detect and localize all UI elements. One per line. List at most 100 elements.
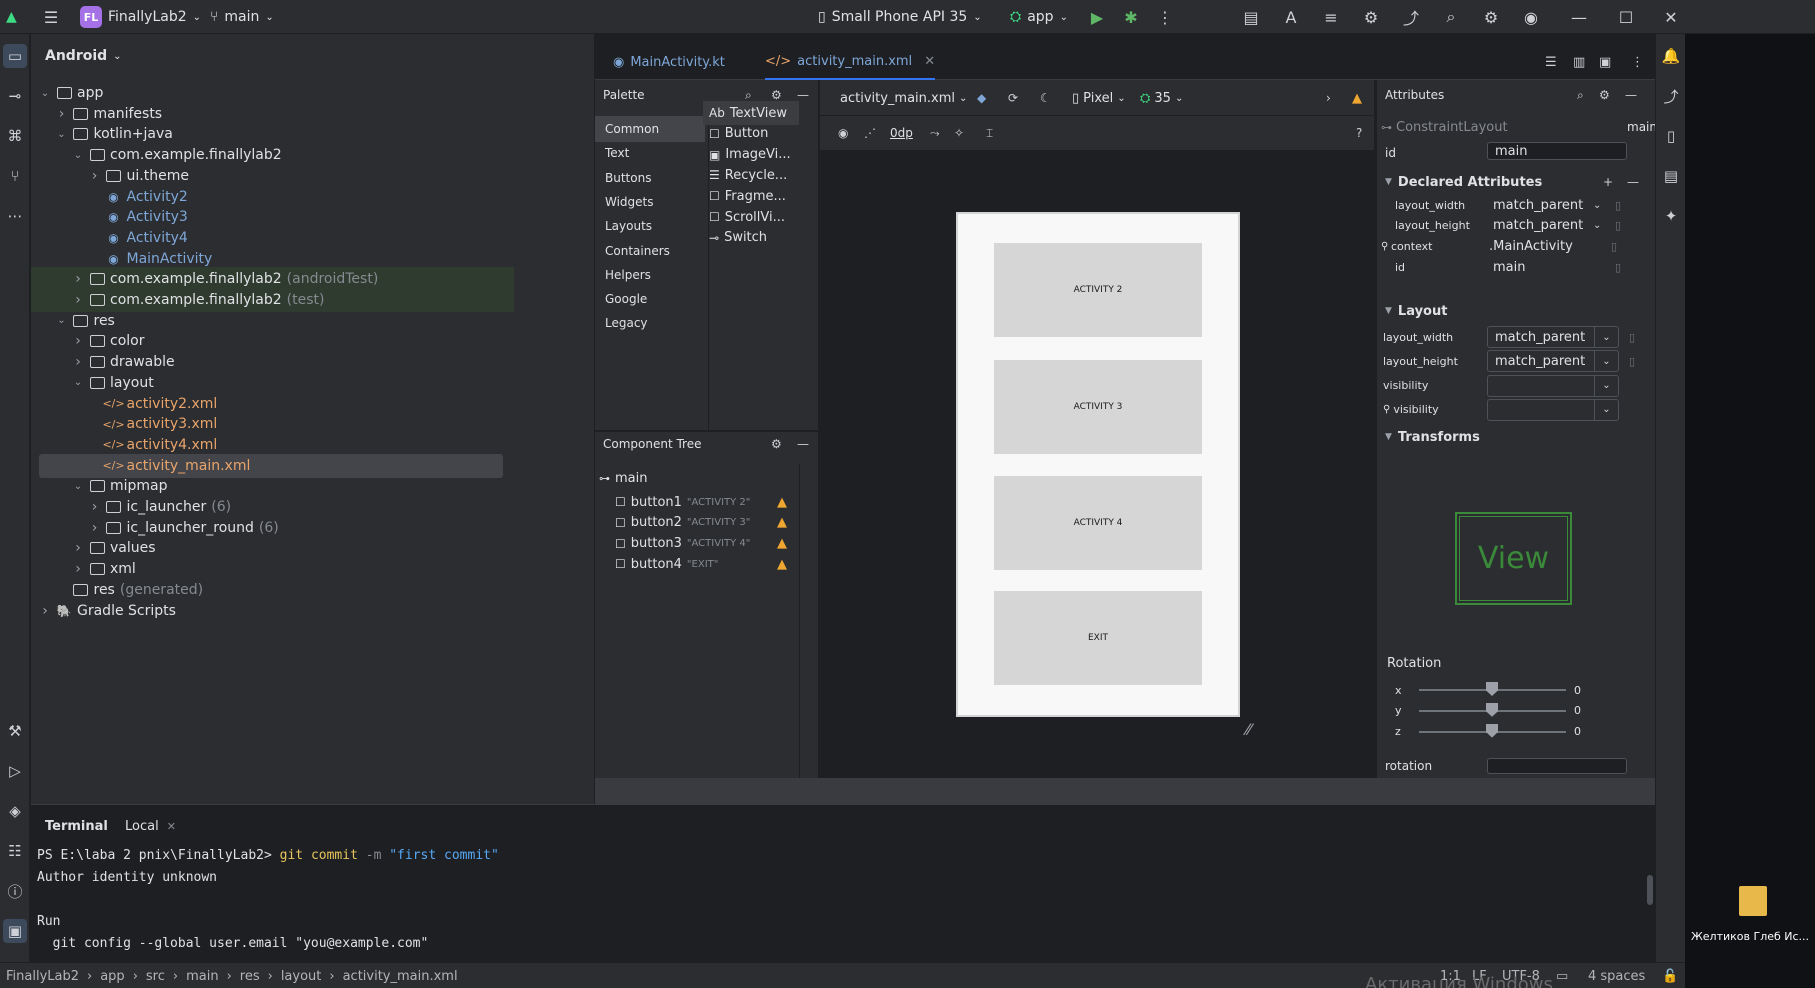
sync-icon[interactable]: ≡ — [1320, 6, 1342, 28]
device-manager-icon[interactable]: ▤ — [1240, 6, 1262, 28]
split-view-icon[interactable]: ▥ — [1573, 44, 1585, 80]
structure-tool-icon[interactable]: ⌘ — [3, 124, 27, 148]
palette-category[interactable]: Containers — [595, 238, 705, 264]
rotation-input[interactable] — [1487, 758, 1627, 774]
api-level-selector[interactable]: ⛭ 35 ⌄ — [1140, 87, 1183, 109]
more-icon[interactable]: ⋮ — [1154, 6, 1176, 28]
night-mode-icon[interactable]: ☾ — [1040, 87, 1051, 109]
layout-attribute-dropdown[interactable]: ⌄ — [1487, 398, 1619, 421]
chevron-right-icon[interactable]: › — [72, 292, 84, 308]
settings-icon[interactable]: ⚙ — [1480, 6, 1502, 28]
preview-button-activity4[interactable]: ACTIVITY 4 — [994, 476, 1202, 570]
running-devices-icon[interactable]: ▤ — [1659, 164, 1683, 188]
chevron-right-icon[interactable]: › — [72, 561, 84, 577]
more-icon[interactable]: ⋮ — [1631, 44, 1644, 80]
breadcrumb-item[interactable]: activity_main.xml — [343, 969, 458, 984]
branch-selector[interactable]: ⑂ main ⌄ — [210, 0, 274, 34]
chevron-right-icon[interactable]: › — [89, 168, 101, 184]
logcat-icon[interactable]: ☷ — [3, 839, 27, 863]
chevron-down-icon[interactable]: ⌄ — [56, 129, 68, 140]
code-view-icon[interactable]: ☰ — [1545, 44, 1557, 80]
minimize-icon[interactable]: — — [1568, 6, 1590, 28]
resource-picker-icon[interactable]: ▯ — [1615, 219, 1621, 232]
preview-button-activity3[interactable]: ACTIVITY 3 — [994, 360, 1202, 454]
desktop-folder-label[interactable]: Желтиков Глеб Ис... — [1689, 930, 1811, 944]
device-selector[interactable]: ▯ Small Phone API 35 ⌄ — [818, 0, 982, 34]
maximize-icon[interactable]: ☐ — [1615, 6, 1637, 28]
declared-attribute-row[interactable]: layout_width match_parent ⌄ ▯ — [1381, 194, 1651, 216]
design-surface-icon[interactable]: ◆ — [977, 87, 986, 109]
palette-category[interactable]: Widgets — [595, 189, 705, 215]
chevron-down-icon[interactable]: ⌄ — [1593, 220, 1615, 231]
warning-icon[interactable]: ▲ — [777, 495, 787, 510]
app-quality-icon[interactable]: ◈ — [3, 799, 27, 823]
project-selector[interactable]: FL FinallyLab2 ⌄ — [80, 0, 201, 34]
layout-attribute-dropdown[interactable]: ⌄ — [1487, 374, 1619, 397]
chevron-down-icon[interactable]: ⌄ — [39, 88, 51, 99]
rotation-slider[interactable] — [1419, 723, 1566, 738]
device-manager-icon[interactable]: ▯ — [1659, 124, 1683, 148]
palette-category[interactable]: Layouts — [595, 213, 705, 239]
guidelines-icon[interactable]: ⌶ — [986, 122, 993, 144]
commit-tool-icon[interactable]: ⊸ — [3, 84, 27, 108]
chevron-right-icon[interactable]: › — [89, 520, 101, 536]
device-preview-selector[interactable]: ▯ Pixel ⌄ — [1072, 87, 1126, 109]
layout-attribute-dropdown[interactable]: match_parent ⌄ — [1487, 326, 1619, 348]
more-tools-icon[interactable]: ⋯ — [3, 204, 27, 228]
rotation-slider[interactable] — [1419, 682, 1566, 696]
chevron-right-icon[interactable]: › — [72, 271, 84, 287]
resource-picker-icon[interactable]: ▯ — [1629, 326, 1635, 348]
settings-icon[interactable]: ⚙ — [1599, 84, 1610, 106]
palette-category[interactable]: Helpers — [595, 262, 705, 288]
tab-local[interactable]: Local ✕ — [125, 815, 176, 837]
chevron-right-icon[interactable]: › — [72, 354, 84, 370]
breadcrumb-item[interactable]: app — [100, 969, 124, 984]
translate-icon[interactable]: A — [1280, 6, 1302, 28]
default-margin-field[interactable]: 0dp — [890, 122, 913, 144]
account-icon[interactable]: ◉ — [1520, 6, 1542, 28]
gradle-icon[interactable]: ⤴ — [1400, 6, 1422, 28]
breadcrumb-item[interactable]: res — [240, 969, 260, 984]
notifications-icon[interactable]: 🔔 — [1659, 44, 1683, 68]
minimize-icon[interactable]: — — [1625, 84, 1637, 106]
settings-icon[interactable]: ⚙ — [771, 433, 782, 455]
chevron-right-icon[interactable]: › — [1326, 87, 1331, 109]
project-tool-icon[interactable]: ▭ — [3, 44, 27, 68]
resource-picker-icon[interactable]: ▯ — [1615, 199, 1621, 212]
declared-attribute-row[interactable]: ⚲ context .MainActivity ▯ — [1381, 236, 1651, 258]
slider-thumb[interactable] — [1486, 682, 1498, 696]
horizontal-scrollbar[interactable] — [595, 778, 1655, 804]
project-view-selector[interactable]: Android ⌄ — [45, 48, 122, 64]
layout-section-header[interactable]: ▼ Layout — [1385, 300, 1447, 322]
tab-terminal[interactable]: Terminal — [45, 815, 108, 837]
resize-handle-icon[interactable]: ⁄⁄ — [1246, 720, 1251, 739]
declared-attribute-row[interactable]: layout_height match_parent ⌄ ▯ — [1381, 215, 1651, 237]
chevron-right-icon[interactable]: › — [89, 499, 101, 515]
tab-activity-main[interactable]: </> activity_main.xml ✕ — [765, 44, 936, 80]
design-view-icon[interactable]: ▣ — [1599, 44, 1611, 80]
layout-preview[interactable]: ACTIVITY 2 ACTIVITY 3 ACTIVITY 4 EXIT — [956, 212, 1240, 717]
chevron-down-icon[interactable]: ⌄ — [72, 150, 84, 161]
layout-attribute-dropdown[interactable]: match_parent ⌄ — [1487, 350, 1619, 373]
palette-category[interactable]: Legacy — [595, 310, 705, 336]
build-tool-icon[interactable]: ⚒ — [3, 719, 27, 743]
chevron-down-icon[interactable]: ⌄ — [72, 377, 84, 388]
palette-item[interactable]: ⊸ Switch — [709, 226, 767, 250]
warning-icon[interactable]: ▲ — [1352, 87, 1362, 109]
gemini-icon[interactable]: ✦ — [1659, 204, 1683, 228]
breadcrumb-item[interactable]: src — [146, 969, 165, 984]
terminal-scrollbar[interactable] — [1647, 875, 1653, 905]
declared-attributes-header[interactable]: ▼ Declared Attributes — [1385, 171, 1542, 193]
terminal-tool-icon[interactable]: ▣ — [3, 919, 27, 943]
warning-icon[interactable]: ▲ — [777, 515, 787, 530]
main-menu-icon[interactable]: ☰ — [40, 6, 62, 28]
layout-file-selector[interactable]: activity_main.xml ⌄ — [840, 87, 967, 109]
problems-icon[interactable]: ⓘ — [3, 879, 27, 903]
run-icon[interactable]: ▶ — [1086, 6, 1108, 28]
warning-icon[interactable]: ▲ — [777, 536, 787, 551]
remove-attribute-icon[interactable]: — — [1627, 171, 1639, 193]
tab-mainactivity[interactable]: ◉ MainActivity.kt — [613, 44, 725, 80]
slider-thumb[interactable] — [1486, 702, 1498, 717]
slider-thumb[interactable] — [1486, 723, 1498, 738]
rotation-slider[interactable] — [1419, 702, 1566, 717]
